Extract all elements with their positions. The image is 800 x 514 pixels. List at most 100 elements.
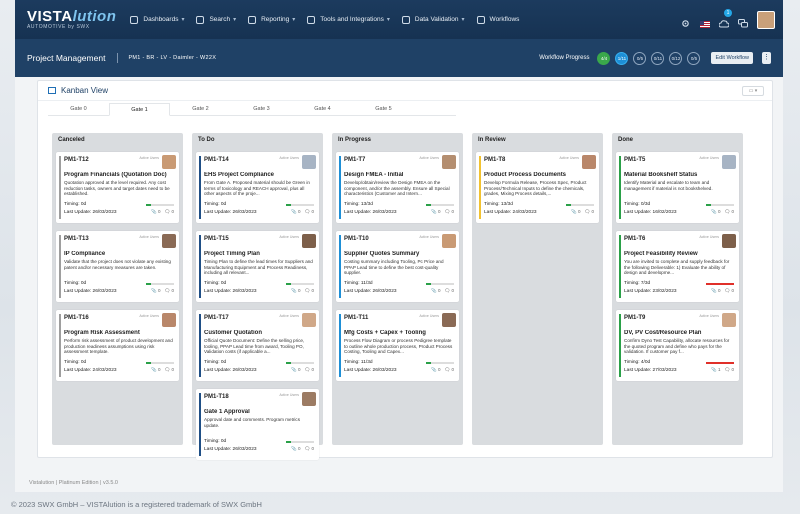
- comment-count[interactable]: 🗨 0: [305, 209, 314, 215]
- assignee-avatar[interactable]: [442, 313, 456, 327]
- task-card[interactable]: PM1-T18 Active Users Gate 1 Approval Approv…: [196, 389, 319, 460]
- attachment-count[interactable]: 📎 0: [291, 209, 300, 215]
- timing-row: Timing: 0/3d: [624, 202, 734, 207]
- task-card[interactable]: PM1-T14 Active Users EHS Project Complianc…: [196, 152, 319, 223]
- user-avatar[interactable]: [757, 10, 775, 29]
- tab-gate-1[interactable]: Gate 1: [109, 103, 170, 116]
- last-update-text: Last Update: 26/03/2023: [204, 367, 257, 373]
- update-row: Last Update: 26/03/2023 📎 0 🗨 0: [204, 209, 314, 215]
- assignee-avatar[interactable]: [162, 155, 176, 169]
- app-logo[interactable]: VISTAlution AUTOMOTIVE by SWX: [27, 9, 116, 30]
- tab-gate-2[interactable]: Gate 2: [170, 103, 231, 115]
- assignee-avatar[interactable]: [162, 234, 176, 248]
- comment-count[interactable]: 🗨 0: [165, 209, 174, 215]
- task-card[interactable]: PM1-T10 Active Users Supplier Quotes Summa…: [336, 231, 459, 302]
- tab-gate-4[interactable]: Gate 4: [292, 103, 353, 115]
- assignee-avatar[interactable]: [722, 234, 736, 248]
- attachment-count[interactable]: 📎 0: [291, 367, 300, 373]
- assignee-avatar[interactable]: [722, 155, 736, 169]
- flag-icon[interactable]: [700, 15, 710, 28]
- card-meta: 📎 0 🗨 0: [291, 367, 314, 373]
- gear-icon[interactable]: [681, 15, 690, 27]
- last-update-text: Last Update: 26/03/2023: [204, 209, 257, 215]
- more-options-button[interactable]: ⋮: [762, 52, 771, 64]
- workflow-step[interactable]: 0/11: [651, 51, 665, 65]
- comment-count[interactable]: 🗨 0: [305, 288, 314, 294]
- attachment-count[interactable]: 📎 0: [151, 209, 160, 215]
- assignee-avatar[interactable]: [302, 234, 316, 248]
- view-toggle-button[interactable]: ▭ ▾: [742, 85, 764, 96]
- assignee-avatar[interactable]: [442, 155, 456, 169]
- panel-title: Kanban View: [61, 86, 108, 95]
- chat-icon[interactable]: [738, 15, 748, 28]
- nav-item-data-validation[interactable]: Data Validation ▾: [401, 15, 465, 24]
- comment-count[interactable]: 🗨 0: [445, 288, 454, 294]
- task-card[interactable]: PM1-T8 Active Users Product Process Docume…: [476, 152, 599, 223]
- task-card[interactable]: PM1-T9 Active Users DV, PV Cost/Resource P…: [616, 310, 739, 381]
- update-row: Last Update: 26/03/2023 📎 0 🗨 0: [344, 288, 454, 294]
- workflow-step[interactable]: 0/12: [669, 51, 683, 65]
- comment-count[interactable]: 🗨 0: [165, 288, 174, 294]
- nav-item-dashboards[interactable]: Dashboards ▾: [130, 15, 184, 24]
- timing-progress-fill: [706, 361, 734, 364]
- kanban-board: Canceled PM1-T12 Active Users Program Finan…: [52, 133, 743, 460]
- nav-item-search[interactable]: Search ▾: [196, 15, 236, 24]
- card-meta: 📎 0 🗨 0: [571, 209, 594, 215]
- gate-tabs: Gate 0 Gate 1 Gate 2 Gate 3 Gate 4 Gate 5: [48, 103, 456, 116]
- nav-item-workflows[interactable]: Workflows: [476, 15, 519, 24]
- task-card[interactable]: PM1-T13 Active Users IP Compliance Validate…: [56, 231, 179, 302]
- comment-count[interactable]: 🗨 0: [305, 446, 314, 452]
- timing-text: Timing: 13/3d: [484, 202, 513, 207]
- attachment-count[interactable]: 📎 1: [711, 367, 720, 373]
- tab-gate-3[interactable]: Gate 3: [231, 103, 292, 115]
- attachment-count[interactable]: 📎 0: [711, 288, 720, 294]
- assignee-avatar[interactable]: [722, 313, 736, 327]
- nav-item-tools-and-integrations[interactable]: Tools and Integrations ▾: [307, 15, 390, 24]
- comment-count[interactable]: 🗨 0: [445, 209, 454, 215]
- tab-gate-5[interactable]: Gate 5: [353, 103, 414, 115]
- attachment-count[interactable]: 📎 0: [291, 446, 300, 452]
- comment-count[interactable]: 🗨 0: [725, 367, 734, 373]
- workflow-step[interactable]: 0/5: [687, 51, 701, 65]
- assignee-avatar[interactable]: [162, 313, 176, 327]
- attachment-count[interactable]: 📎 0: [431, 367, 440, 373]
- nav-item-reporting[interactable]: Reporting ▾: [248, 15, 295, 24]
- task-card[interactable]: PM1-T7 Active Users Design FMEA - Initial D…: [336, 152, 459, 223]
- attachment-count[interactable]: 📎 0: [431, 209, 440, 215]
- attachment-count[interactable]: 📎 0: [571, 209, 580, 215]
- workflow-step[interactable]: 0/5: [633, 51, 647, 65]
- comment-count[interactable]: 🗨 0: [585, 209, 594, 215]
- cloud-notification-icon[interactable]: 1: [718, 9, 732, 28]
- assignee-avatar[interactable]: [442, 234, 456, 248]
- assignee-avatar[interactable]: [302, 155, 316, 169]
- attachment-count[interactable]: 📎 0: [151, 288, 160, 294]
- active-users-label: Active Users: [699, 235, 719, 239]
- attachment-count[interactable]: 📎 0: [291, 288, 300, 294]
- tab-gate-0[interactable]: Gate 0: [48, 103, 109, 115]
- task-card[interactable]: PM1-T17 Active Users Customer Quotation Off…: [196, 310, 319, 381]
- task-card[interactable]: PM1-T11 Active Users Mfg Costs + Capex + T…: [336, 310, 459, 381]
- workflow-progress: Workflow Progress 4/4 1/11 0/5 0/11 0/12 0/5 …: [539, 51, 771, 65]
- comment-count[interactable]: 🗨 0: [725, 209, 734, 215]
- assignee-avatar[interactable]: [302, 313, 316, 327]
- task-card[interactable]: PM1-T6 Active Users Project Feasibility Re…: [616, 231, 739, 302]
- comment-count[interactable]: 🗨 0: [725, 288, 734, 294]
- workflow-step[interactable]: 4/4: [597, 51, 611, 65]
- attachment-count[interactable]: 📎 0: [431, 288, 440, 294]
- edit-workflow-button[interactable]: Edit Workflow: [711, 52, 753, 64]
- task-card[interactable]: PM1-T15 Active Users Project Timing Plan Ti…: [196, 231, 319, 302]
- attachment-count[interactable]: 📎 0: [711, 209, 720, 215]
- workflow-step[interactable]: 1/11: [615, 51, 629, 65]
- task-card[interactable]: PM1-T5 Active Users Material Bookshelf Sta…: [616, 152, 739, 223]
- comment-count[interactable]: 🗨 0: [165, 367, 174, 373]
- status-stripe: [199, 156, 201, 219]
- task-card[interactable]: PM1-T12 Active Users Program Financials (Q…: [56, 152, 179, 223]
- comment-count[interactable]: 🗨 0: [445, 367, 454, 373]
- workflow-steps: 4/4 1/11 0/5 0/11 0/12 0/5: [597, 51, 701, 65]
- task-title: DV, PV Cost/Resource Plan: [624, 330, 702, 336]
- comment-count[interactable]: 🗨 0: [305, 367, 314, 373]
- assignee-avatar[interactable]: [582, 155, 596, 169]
- attachment-count[interactable]: 📎 0: [151, 367, 160, 373]
- task-card[interactable]: PM1-T16 Active Users Program Risk Assessme…: [56, 310, 179, 381]
- assignee-avatar[interactable]: [302, 392, 316, 406]
